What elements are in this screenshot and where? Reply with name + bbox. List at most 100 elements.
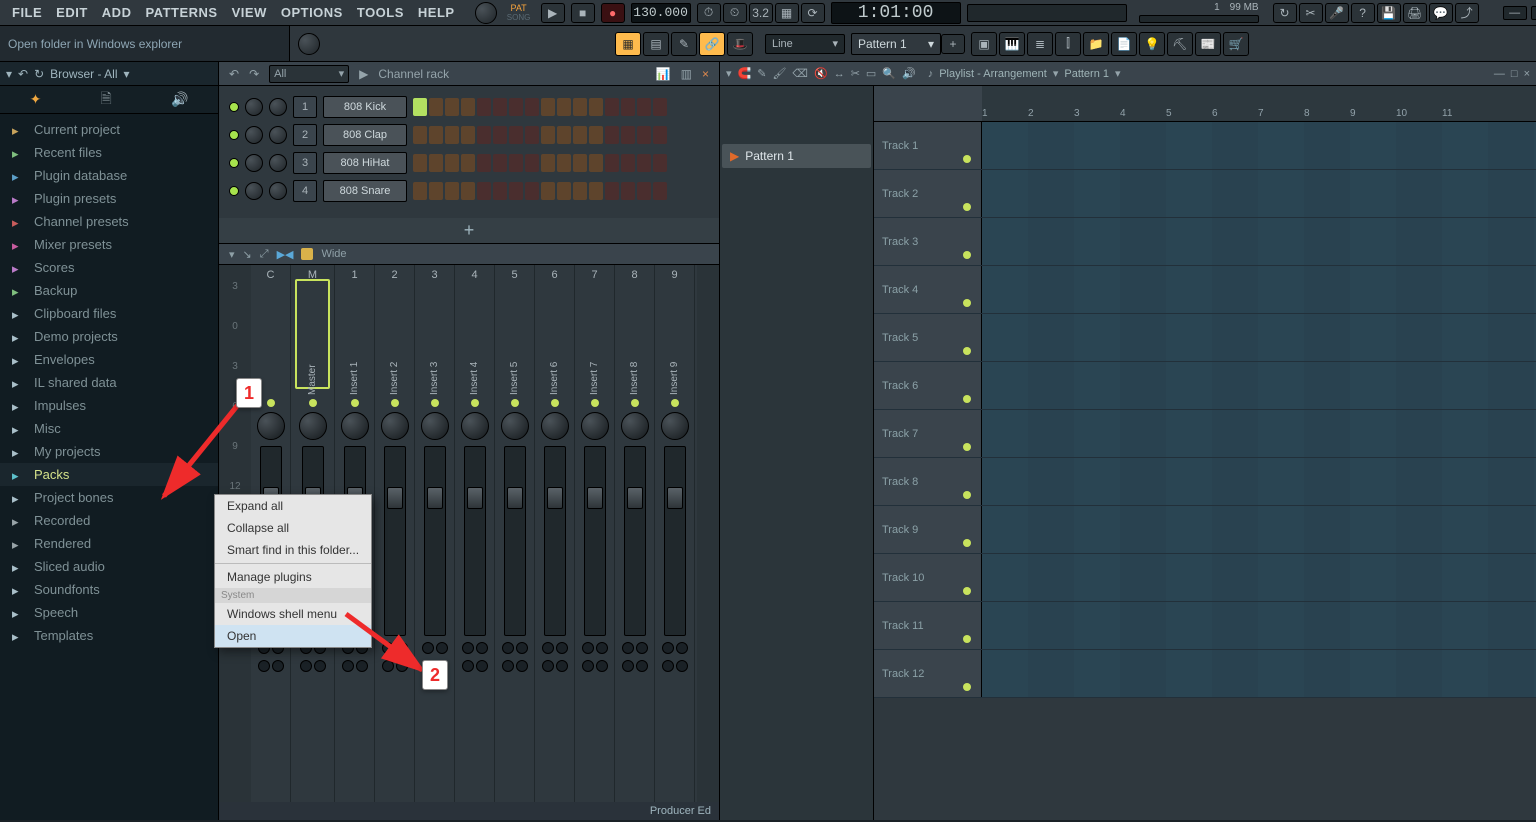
track-enable-led[interactable] (591, 399, 599, 407)
step-cell[interactable] (621, 126, 635, 144)
mixer-track[interactable]: 2Insert 2 (375, 265, 415, 802)
browser-item-demo-projects[interactable]: ▸Demo projects (0, 325, 218, 348)
track-send-dot[interactable] (342, 660, 354, 672)
tempo-display[interactable]: 130.000 (631, 3, 691, 23)
step-cell[interactable] (605, 182, 619, 200)
track-send-dot[interactable] (300, 660, 312, 672)
step-cell[interactable] (557, 98, 571, 116)
browser-item-channel-presets[interactable]: ▸Channel presets (0, 210, 218, 233)
channel-enable-led[interactable] (229, 130, 239, 140)
track-enable-led[interactable] (309, 399, 317, 407)
playlist-track-header[interactable]: Track 1 (874, 122, 982, 169)
playlist-track-header[interactable]: Track 6 (874, 362, 982, 409)
track-fader-slot[interactable] (464, 446, 486, 636)
step-cell[interactable] (445, 154, 459, 172)
step-cell[interactable] (621, 154, 635, 172)
track-mute-led[interactable] (963, 395, 971, 403)
track-send-dot[interactable] (258, 660, 270, 672)
track-send-dot[interactable] (516, 660, 528, 672)
menu-file[interactable]: FILE (6, 5, 48, 20)
browser-item-my-projects[interactable]: ▸My projects (0, 440, 218, 463)
mixer-icon[interactable]: ⫿ (1055, 32, 1081, 56)
playback-icon[interactable]: 🔊 (902, 67, 916, 80)
mixer-track[interactable]: 5Insert 5 (495, 265, 535, 802)
channel-vol-knob[interactable] (269, 154, 287, 172)
playlist-track-header[interactable]: Track 12 (874, 650, 982, 697)
mixer-color-swatch[interactable] (301, 248, 313, 260)
menu-add[interactable]: ADD (96, 5, 138, 20)
track-send-dot[interactable] (622, 660, 634, 672)
step-cell[interactable] (445, 126, 459, 144)
track-mute-led[interactable] (963, 251, 971, 259)
track-enable-led[interactable] (431, 399, 439, 407)
pianoroll-icon[interactable]: 🎹 (999, 32, 1025, 56)
track-mute-led[interactable] (963, 155, 971, 163)
step-cell[interactable] (525, 182, 539, 200)
track-pan-knob[interactable] (421, 412, 449, 440)
add-pattern-icon[interactable]: + (941, 34, 965, 54)
wait-input-icon[interactable]: 3.2 (749, 3, 773, 23)
zoom-icon[interactable]: 🔍 (882, 67, 896, 80)
step-cell[interactable] (573, 98, 587, 116)
step-cell[interactable] (477, 126, 491, 144)
draw-tool-icon[interactable]: ▦ (615, 32, 641, 56)
step-cell[interactable] (573, 126, 587, 144)
mixer-track-name[interactable]: Wide (321, 248, 346, 260)
track-send-dot[interactable] (556, 660, 568, 672)
step-cell[interactable] (509, 182, 523, 200)
lightbulb-icon[interactable]: 💡 (1139, 32, 1165, 56)
erase-icon[interactable]: ⌫ (792, 67, 808, 80)
track-pan-knob[interactable] (461, 412, 489, 440)
track-fx-knob[interactable] (596, 642, 608, 654)
track-fx-knob[interactable] (396, 642, 408, 654)
track-fader-slot[interactable] (544, 446, 566, 636)
channel-number[interactable]: 4 (293, 180, 317, 202)
mic-icon[interactable]: 🎤 (1325, 3, 1349, 23)
track-pan-knob[interactable] (581, 412, 609, 440)
step-cell[interactable] (621, 182, 635, 200)
playlist-track-header[interactable]: Track 3 (874, 218, 982, 265)
slice-icon[interactable]: ✂ (851, 67, 860, 80)
step-cell[interactable] (477, 182, 491, 200)
context-menu-item-expand-all[interactable]: Expand all (215, 495, 371, 517)
step-cell[interactable] (653, 182, 667, 200)
playlist-track-cells[interactable] (982, 554, 1536, 601)
brush2-icon[interactable]: 🖌 (772, 67, 786, 80)
browser-item-backup[interactable]: ▸Backup (0, 279, 218, 302)
browser-item-packs[interactable]: ▸Packs (0, 463, 218, 486)
channel-name-button[interactable]: 808 Clap (323, 124, 407, 146)
channel-number[interactable]: 1 (293, 96, 317, 118)
browser-item-plugin-database[interactable]: ▸Plugin database (0, 164, 218, 187)
channel-pan-knob[interactable] (245, 98, 263, 116)
step-cell[interactable] (637, 98, 651, 116)
pl-close-button[interactable]: × (1524, 68, 1530, 80)
track-fx-knob[interactable] (382, 642, 394, 654)
export-icon[interactable]: ⤴ (1455, 3, 1479, 23)
step-cell[interactable] (413, 182, 427, 200)
playlist-track-cells[interactable] (982, 410, 1536, 457)
track-fader-slot[interactable] (424, 446, 446, 636)
track-pan-knob[interactable] (621, 412, 649, 440)
playlist-track-cells[interactable] (982, 650, 1536, 697)
step-cell[interactable] (557, 126, 571, 144)
step-cell[interactable] (605, 154, 619, 172)
track-fader-slot[interactable] (504, 446, 526, 636)
playlist-ruler[interactable]: 1234567891011 (982, 86, 1536, 121)
step-cell[interactable] (573, 182, 587, 200)
track-send-dot[interactable] (676, 660, 688, 672)
step-cell[interactable] (541, 154, 555, 172)
menu-help[interactable]: HELP (412, 5, 461, 20)
playlist-track-header[interactable]: Track 9 (874, 506, 982, 553)
time-display[interactable]: 1:01:00 (831, 2, 961, 24)
playlist-track-header[interactable]: Track 10 (874, 554, 982, 601)
track-fader-slot[interactable] (584, 446, 606, 636)
track-pan-knob[interactable] (381, 412, 409, 440)
new-icon[interactable]: 🗎 (101, 88, 112, 112)
track-fader[interactable] (547, 487, 563, 509)
track-send-dot[interactable] (596, 660, 608, 672)
browser-item-impulses[interactable]: ▸Impulses (0, 394, 218, 417)
track-send-dot[interactable] (542, 660, 554, 672)
step-cell[interactable] (509, 98, 523, 116)
channel-vol-knob[interactable] (269, 126, 287, 144)
step-cell[interactable] (493, 182, 507, 200)
